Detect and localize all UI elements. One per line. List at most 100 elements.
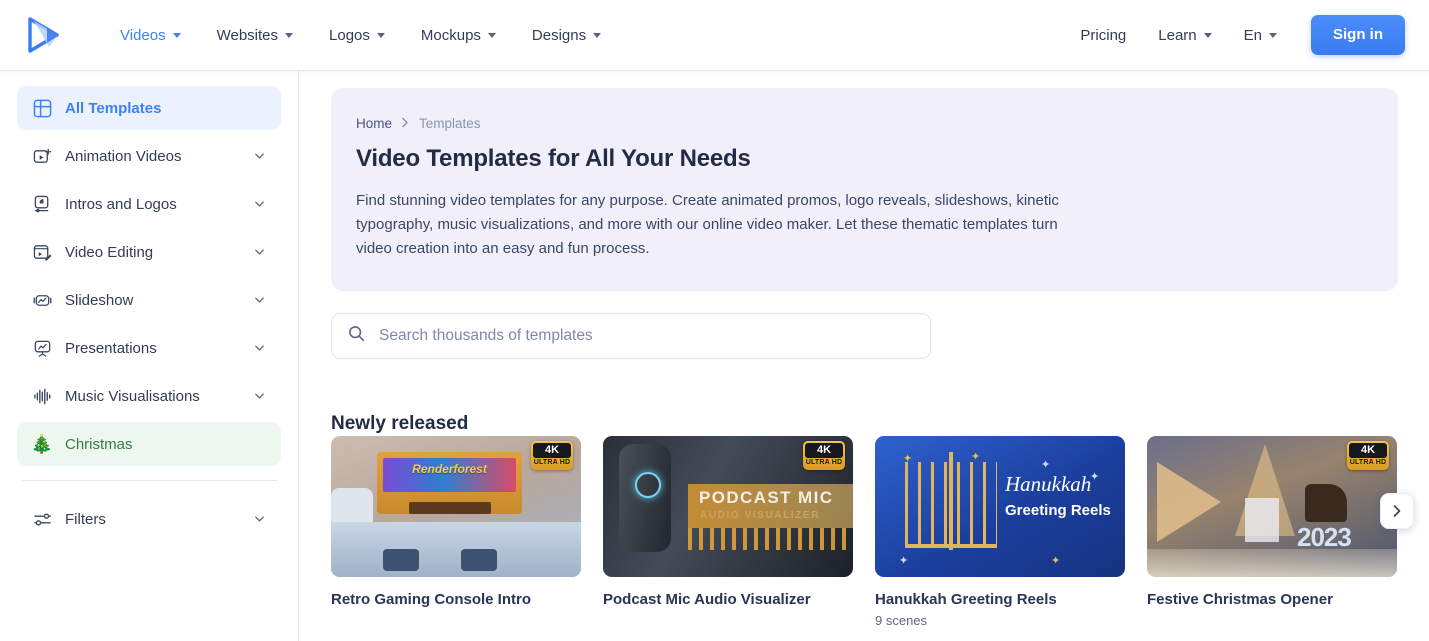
nav-item-logos[interactable]: Logos: [311, 27, 403, 44]
template-title: Hanukkah Greeting Reels: [875, 591, 1057, 608]
renderforest-play-logo[interactable]: [24, 15, 64, 55]
section-title-newly-released: Newly released: [331, 412, 469, 434]
badge-ultrahd-label: ULTRA HD: [1349, 459, 1387, 466]
page-title: Video Templates for All Your Needs: [356, 145, 751, 172]
template-card[interactable]: PODCAST MIC AUDIO VISUALIZER 4K ULTRA HD…: [603, 436, 853, 628]
template-thumbnail[interactable]: ✦ ✦ ✦ ✦ ✦ ✦ Hanukkah Greeting Reels: [875, 436, 1125, 577]
christmas-tree-icon: 🎄: [30, 434, 54, 454]
thumb-art-snow: [1147, 549, 1397, 577]
search-input[interactable]: [377, 326, 914, 346]
thumb-art-led-ring: [635, 472, 661, 498]
language-selector[interactable]: En: [1228, 27, 1293, 44]
template-thumbnail[interactable]: Renderforest 4K ULTRA HD: [331, 436, 581, 577]
carousel-next-button[interactable]: [1380, 493, 1414, 529]
thumb-art-star: ✦: [899, 555, 909, 567]
chevron-down-icon: [253, 341, 267, 355]
sidebar-item-label: All Templates: [65, 99, 162, 117]
sidebar-item-filters[interactable]: Filters: [17, 497, 281, 541]
badge-4k-label: 4K: [1349, 443, 1387, 458]
search-bar[interactable]: [331, 313, 931, 359]
sidebar-item-label: Video Editing: [65, 243, 154, 261]
sidebar: All Templates Animation Videos Intros an…: [0, 70, 299, 641]
sidebar-item-animation-videos[interactable]: Animation Videos: [17, 134, 281, 178]
sidebar-item-all-templates[interactable]: All Templates: [17, 86, 281, 130]
sidebar-item-music-visualisations[interactable]: Music Visualisations: [17, 374, 281, 418]
badge-ultrahd-label: ULTRA HD: [805, 459, 843, 466]
thumb-art-drip: [688, 528, 853, 550]
template-card[interactable]: ✦ ✦ ✦ ✦ ✦ ✦ Hanukkah Greeting Reels Hanu…: [875, 436, 1125, 628]
breadcrumb-current: Templates: [419, 116, 481, 131]
badge-4k-ultra-hd: 4K ULTRA HD: [803, 441, 845, 470]
thumb-art-title-text: Hanukkah: [1005, 472, 1092, 496]
thumb-art-port: [383, 549, 419, 571]
header-right-nav: Pricing Learn En Sign in: [1064, 15, 1405, 55]
main-content: Home Templates Video Templates for All Y…: [299, 70, 1429, 641]
template-card[interactable]: 2023 4K ULTRA HD Festive Christmas Opene…: [1147, 436, 1397, 628]
thumb-art-star: ✦: [1041, 459, 1051, 471]
template-thumbnail[interactable]: PODCAST MIC AUDIO VISUALIZER 4K ULTRA HD: [603, 436, 853, 577]
sign-in-button[interactable]: Sign in: [1311, 15, 1405, 55]
nav-label: Mockups: [420, 26, 481, 44]
sidebar-item-christmas[interactable]: 🎄 Christmas: [17, 422, 281, 466]
chevron-down-icon: [1203, 32, 1212, 38]
thumb-art-title-text: PODCAST MIC: [699, 488, 834, 507]
sidebar-item-label: Music Visualisations: [65, 387, 200, 405]
chevron-down-icon: [172, 32, 181, 38]
thumb-art-microphone: [619, 444, 671, 552]
thumb-art-brand-text: Renderforest: [412, 462, 487, 476]
sidebar-item-slideshow[interactable]: Slideshow: [17, 278, 281, 322]
sidebar-item-label: Slideshow: [65, 291, 134, 309]
badge-4k-ultra-hd: 4K ULTRA HD: [1347, 441, 1389, 470]
chevron-down-icon: [253, 389, 267, 403]
waveform-icon: [31, 385, 53, 407]
breadcrumb-home[interactable]: Home: [356, 116, 392, 131]
hero-banner: Home Templates Video Templates for All Y…: [331, 88, 1398, 291]
sidebar-item-label: Presentations: [65, 339, 157, 357]
chevron-down-icon: [253, 293, 267, 307]
nav-label: Pricing: [1080, 26, 1127, 44]
nav-label: Designs: [531, 26, 587, 44]
nav-label: Learn: [1158, 26, 1197, 44]
sidebar-item-video-editing[interactable]: Video Editing: [17, 230, 281, 274]
template-card[interactable]: Renderforest 4K ULTRA HD Retro Gaming Co…: [331, 436, 581, 628]
chevron-down-icon: [376, 32, 385, 38]
thumb-art-slot: [409, 502, 491, 514]
template-scene-count: 9 scenes: [875, 613, 928, 628]
nav-item-websites[interactable]: Websites: [199, 27, 311, 44]
chevron-down-icon: [253, 149, 267, 163]
sidebar-item-intros-and-logos[interactable]: Intros and Logos: [17, 182, 281, 226]
chevron-right-icon: [1393, 505, 1401, 517]
sidebar-item-presentations[interactable]: Presentations: [17, 326, 281, 370]
template-thumbnail[interactable]: 2023 4K ULTRA HD: [1147, 436, 1397, 577]
page-description: Find stunning video templates for any pu…: [356, 192, 1059, 257]
thumb-art-console-base: [331, 522, 581, 577]
nav-item-learn[interactable]: Learn: [1142, 27, 1227, 44]
nav-item-designs[interactable]: Designs: [514, 27, 619, 44]
nav-item-mockups[interactable]: Mockups: [403, 27, 514, 44]
thumb-art-star: ✦: [1051, 555, 1061, 567]
language-label: En: [1243, 26, 1262, 44]
thumb-art-port: [461, 549, 497, 571]
badge-4k-label: 4K: [805, 443, 843, 458]
thumb-art-menorah-stem: [949, 452, 953, 550]
sidebar-item-label: Christmas: [65, 435, 133, 453]
top-header: Videos Websites Logos Mockups Designs Pr…: [0, 0, 1429, 70]
sidebar-item-label: Animation Videos: [65, 147, 182, 165]
sliders-icon: [31, 508, 53, 530]
breadcrumb: Home Templates: [356, 116, 1368, 131]
badge-ultrahd-label: ULTRA HD: [533, 459, 571, 466]
nav-label: Logos: [329, 26, 370, 44]
sidebar-item-label: Intros and Logos: [65, 195, 177, 213]
badge-4k-ultra-hd: 4K ULTRA HD: [531, 441, 573, 470]
intro-logo-icon: [31, 193, 53, 215]
nav-item-videos[interactable]: Videos: [102, 27, 199, 44]
badge-4k-label: 4K: [533, 443, 571, 458]
thumb-art-subtitle-text: Greeting Reels: [1005, 502, 1111, 519]
nav-item-pricing[interactable]: Pricing: [1064, 27, 1142, 44]
grid-icon: [31, 97, 53, 119]
video-edit-icon: [31, 241, 53, 263]
slideshow-icon: [31, 289, 53, 311]
thumb-art-house: [1245, 498, 1279, 542]
thumb-art-star: ✦: [1090, 471, 1100, 483]
template-title: Festive Christmas Opener: [1147, 591, 1333, 608]
